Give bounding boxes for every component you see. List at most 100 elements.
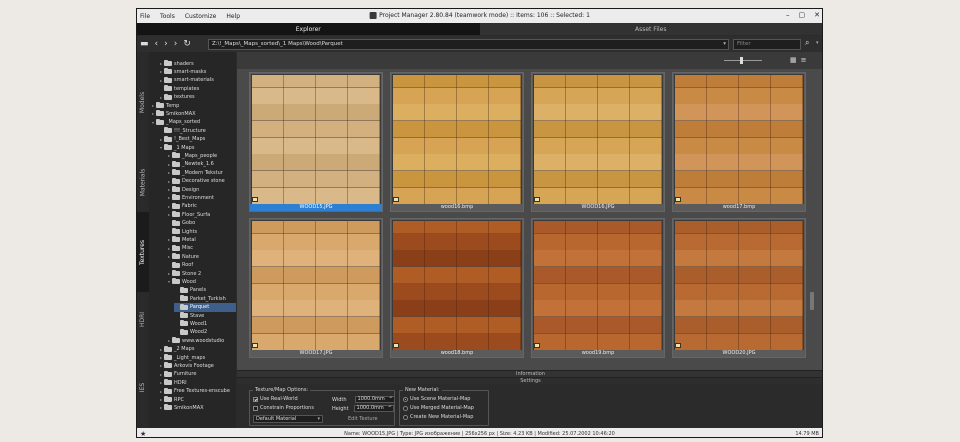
- thumbnail-label: wood18.bmp: [391, 350, 523, 357]
- constrain-proportions-checkbox[interactable]: [253, 405, 258, 411]
- chevron-down-icon[interactable]: ▾: [723, 40, 726, 49]
- folder-icon: [164, 345, 172, 352]
- folder-icon: [172, 219, 180, 226]
- thumbnail-card[interactable]: WOOD15.JPG: [249, 72, 383, 212]
- edit-texture-label: Edit Texture: [348, 416, 378, 422]
- material-select-row: Default Material: [253, 415, 323, 423]
- search-dropdown-icon[interactable]: ▾: [816, 40, 819, 46]
- folder-icon: [164, 404, 172, 411]
- scene-material-row: Use Scene Material-Map: [403, 396, 470, 402]
- texture-preview: [392, 220, 522, 351]
- use-merged-material-radio[interactable]: [403, 405, 408, 411]
- sidebar-tab-models[interactable]: Models: [137, 52, 149, 152]
- path-input[interactable]: Z:\!_Maps\_Maps_sorted\_1 Maps\Wood\Parq…: [208, 39, 729, 50]
- folder-icon[interactable]: ▬: [140, 39, 149, 49]
- folder-icon: [164, 68, 172, 75]
- file-type-icon: [252, 197, 258, 202]
- folder-icon: [172, 278, 180, 285]
- tree-item[interactable]: ▸ SmikonMAX: [158, 403, 204, 412]
- sidebar-tab-hdri[interactable]: HDRI: [137, 292, 149, 346]
- edit-texture-button[interactable]: Edit Texture: [348, 416, 378, 422]
- thumbnail-card[interactable]: wood18.bmp: [390, 218, 524, 358]
- thumbnail-label: wood16.bmp: [391, 204, 523, 211]
- menu-bar: File Tools Customize Help: [137, 13, 240, 20]
- file-type-icon: [534, 197, 540, 202]
- tree-item-label: !_Best_Maps: [174, 136, 206, 143]
- information-panel-header[interactable]: Information: [237, 370, 822, 377]
- sidebar-tab-label: Textures: [139, 239, 147, 265]
- folder-icon: [172, 337, 180, 344]
- use-real-world-label: Use Real-World: [260, 396, 298, 402]
- window-title: Project Manager 2.80.84 (teamwork mode) …: [369, 12, 590, 19]
- tree-item-label: templates: [174, 85, 200, 92]
- constrain-row: Constrain Proportions: [253, 405, 314, 411]
- tree-item-label: Temp: [166, 102, 180, 109]
- thumbnail-card[interactable]: WOOD17.JPG: [249, 218, 383, 358]
- tree-item-label: SmikonMAX: [166, 110, 196, 117]
- folder-icon: [156, 102, 164, 108]
- folder-icon: [164, 93, 172, 100]
- file-type-icon: [393, 343, 399, 348]
- thumbnail-card[interactable]: wood17.bmp: [672, 72, 806, 212]
- width-field[interactable]: 1000.0mm: [354, 396, 395, 403]
- file-type-icon: [252, 343, 258, 348]
- texture-preview: [251, 220, 381, 351]
- tab-explorer-label: Explorer: [295, 25, 321, 33]
- use-merged-material-label: Use Merged Material-Map: [410, 405, 474, 411]
- thumbnail-card[interactable]: wood16.bmp: [390, 72, 524, 212]
- up-icon[interactable]: ›: [174, 39, 178, 49]
- height-field[interactable]: 1000.0mm: [353, 405, 394, 412]
- tree-item-label: _Maps_sorted: [166, 119, 201, 126]
- material-select[interactable]: Default Material: [253, 415, 323, 423]
- sort-icon[interactable]: ≡: [801, 56, 807, 64]
- material-select-value: Default Material: [256, 416, 297, 422]
- maximize-icon[interactable]: ▢: [799, 11, 806, 19]
- filter-input[interactable]: Filter: [733, 39, 801, 50]
- use-scene-material-radio[interactable]: [403, 396, 408, 402]
- create-new-material-radio[interactable]: [403, 414, 408, 420]
- folder-icon: [172, 244, 180, 251]
- menu-customize[interactable]: Customize: [185, 13, 217, 20]
- forward-icon[interactable]: ›: [164, 39, 168, 49]
- search-icon[interactable]: ⌕: [805, 38, 809, 48]
- close-icon[interactable]: ✕: [814, 11, 820, 19]
- sidebar-tab-ies[interactable]: IES: [137, 346, 149, 428]
- tree-item-label: www.woodstudio: [182, 337, 225, 344]
- use-scene-material-label: Use Scene Material-Map: [410, 396, 471, 402]
- status-bar: ★ Name: WOOD15.JPG | Type: JPG изображен…: [137, 428, 822, 437]
- window-controls: – ▢ ✕: [786, 11, 820, 19]
- folder-icon: [172, 261, 180, 268]
- thumbnail-card[interactable]: wood19.bmp: [531, 218, 665, 358]
- texture-map-options-group: Texture/Map Options: Use Real-World Cons…: [249, 387, 395, 426]
- folder-tree[interactable]: ▸ shaders ▸ smart-masks ▸ smart-materials temp…: [149, 52, 236, 428]
- grid-view-icon[interactable]: ▦: [790, 56, 797, 64]
- folder-icon: [172, 253, 180, 260]
- use-real-world-checkbox[interactable]: [253, 396, 258, 402]
- thumbnail-card[interactable]: WOOD16.JPG: [531, 72, 665, 212]
- status-text: Name: WOOD15.JPG | Type: JPG изображение…: [344, 430, 615, 437]
- thumbnail-card[interactable]: WOOD20.JPG: [672, 218, 806, 358]
- folder-icon: [180, 303, 188, 310]
- menu-help[interactable]: Help: [226, 13, 240, 20]
- tree-item-label: Nature: [182, 253, 199, 260]
- create-material-row: Create New Material-Map: [403, 414, 473, 420]
- settings-panel-header[interactable]: Settings: [237, 377, 822, 384]
- folder-icon: [164, 354, 172, 360]
- tree-item-label: Lights: [182, 228, 198, 235]
- menu-file[interactable]: File: [140, 13, 150, 20]
- slider-knob[interactable]: [740, 57, 743, 64]
- tab-explorer[interactable]: Explorer: [137, 23, 480, 35]
- memory-usage: 14.79 MB: [795, 430, 819, 437]
- gallery-scrollbar[interactable]: [810, 292, 814, 310]
- tree-item-label: Parket_Turkish: [190, 295, 226, 302]
- tab-asset-files[interactable]: Asset Files: [479, 23, 822, 35]
- menu-tools[interactable]: Tools: [160, 13, 175, 20]
- thumbnail-size-slider[interactable]: [724, 57, 762, 64]
- tree-item-label: shaders: [174, 60, 194, 67]
- minimize-icon[interactable]: –: [786, 11, 790, 19]
- sidebar-tab-materials[interactable]: Materials: [137, 152, 149, 212]
- window-title-text: Project Manager 2.80.84 (teamwork mode) …: [379, 12, 590, 19]
- refresh-icon[interactable]: ↻: [183, 39, 191, 49]
- back-icon[interactable]: ‹: [155, 39, 159, 49]
- sidebar-tab-textures[interactable]: Textures: [137, 212, 149, 292]
